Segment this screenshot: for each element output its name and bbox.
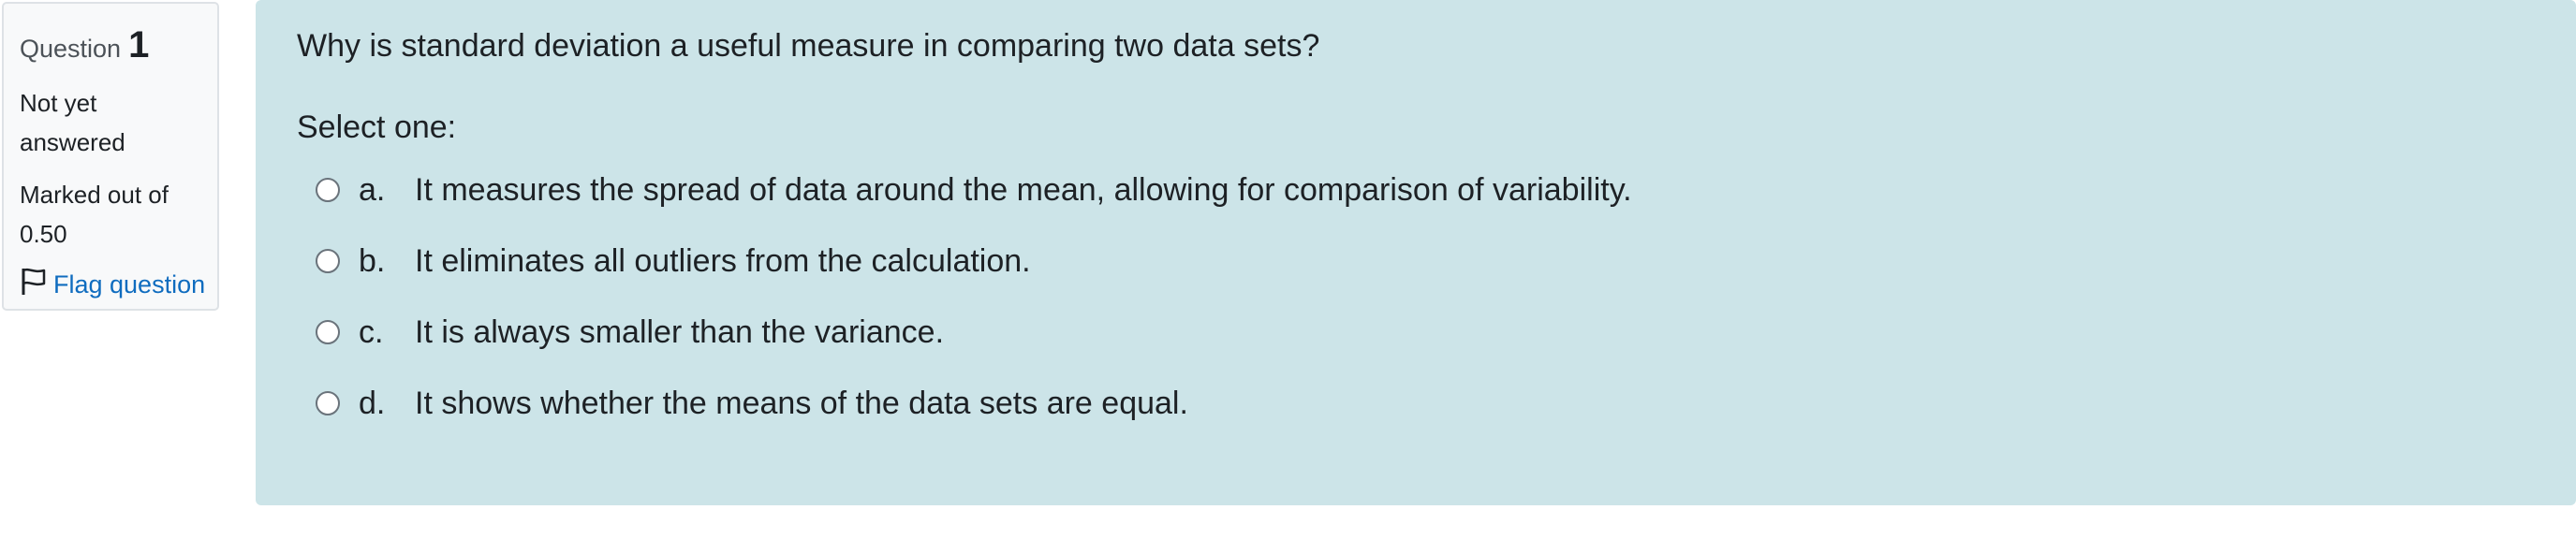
select-one-prompt: Select one: <box>297 109 457 145</box>
question-number-heading: Question 1 <box>20 24 217 66</box>
flag-question-link[interactable]: Flag question <box>20 267 217 303</box>
answer-text[interactable]: It measures the spread of data around th… <box>415 172 1632 209</box>
answer-text[interactable]: It shows whether the means of the data s… <box>415 386 1188 422</box>
question-number: 1 <box>128 24 150 66</box>
question-content: Why is standard deviation a useful measu… <box>256 0 2576 505</box>
radio-icon[interactable] <box>316 391 340 415</box>
question-text: Why is standard deviation a useful measu… <box>297 28 1320 64</box>
radio-icon[interactable] <box>316 178 340 202</box>
answer-option-d[interactable]: d. It shows whether the means of the dat… <box>297 384 2576 423</box>
question-grade: Marked out of 0.50 <box>20 181 169 248</box>
answer-letter: c. <box>359 313 384 350</box>
question-info-panel: Question 1 Not yet answered Marked out o… <box>2 2 219 311</box>
answer-letter: a. <box>359 171 386 208</box>
answer-list: a. It measures the spread of data around… <box>297 170 2576 423</box>
flag-icon <box>20 267 48 303</box>
answer-option-b[interactable]: b. It eliminates all outliers from the c… <box>297 241 2576 281</box>
answer-text[interactable]: It is always smaller than the variance. <box>415 314 944 351</box>
radio-icon[interactable] <box>316 320 340 344</box>
answer-option-c[interactable]: c. It is always smaller than the varianc… <box>297 313 2576 352</box>
answer-letter: d. <box>359 385 386 421</box>
question-status: Not yet answered <box>20 89 125 156</box>
flag-question-label[interactable]: Flag question <box>53 270 205 299</box>
answer-text[interactable]: It eliminates all outliers from the calc… <box>415 243 1031 280</box>
answer-option-a[interactable]: a. It measures the spread of data around… <box>297 170 2576 210</box>
radio-icon[interactable] <box>316 249 340 273</box>
answer-letter: b. <box>359 242 386 279</box>
question-label: Question <box>20 35 122 63</box>
